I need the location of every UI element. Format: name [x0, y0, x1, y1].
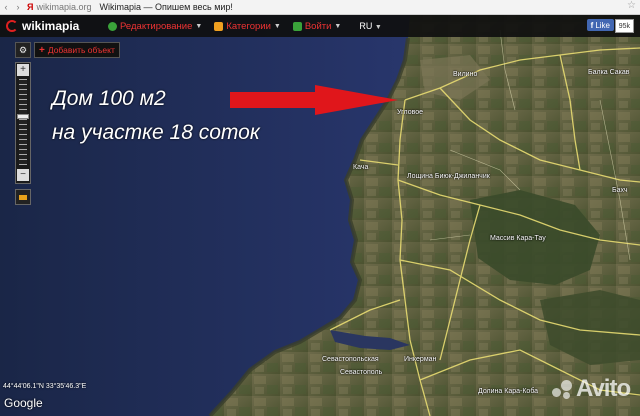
facebook-like-count: 95k	[614, 19, 634, 33]
categories-icon	[214, 21, 224, 31]
facebook-icon: f	[590, 20, 594, 30]
map-imagery	[0, 15, 640, 416]
wikimapia-toolbar: wikimapia Редактирование ▼ Категории ▼ В…	[0, 15, 640, 37]
coordinates-readout: 44°44'06.1"N 33°35'46.3"E	[3, 383, 87, 390]
facebook-like-button[interactable]: f Like	[586, 19, 614, 31]
forward-icon[interactable]: ›	[12, 2, 24, 12]
chevron-down-icon: ▼	[374, 24, 382, 31]
place-label[interactable]: Массив Кара-Тау	[490, 235, 546, 242]
place-label[interactable]: Долина Кара-Коба	[478, 388, 538, 395]
place-label[interactable]: Лощина Биюк-Джиланчик	[407, 173, 490, 180]
page-title: Wikimapia — Опишем весь мир!	[99, 2, 233, 12]
satellite-map[interactable]: Дом 100 м2 на участке 18 соток Вилино Ба…	[0, 15, 640, 416]
plus-icon: +	[39, 44, 45, 56]
browser-address-bar: ‹ › Я wikimapia.org Wikimapia — Опишем в…	[0, 0, 640, 15]
place-label[interactable]: Севастопольская	[322, 356, 379, 363]
chevron-down-icon: ▼	[334, 22, 342, 30]
yandex-logo[interactable]: Я	[27, 2, 33, 12]
google-attribution[interactable]: Google	[4, 396, 43, 410]
edit-icon	[108, 21, 117, 31]
place-label[interactable]: Угловое	[397, 109, 423, 116]
place-label[interactable]: Бахч	[612, 187, 627, 194]
place-label[interactable]: Вилино	[453, 71, 477, 78]
language-selector[interactable]: RU ▼	[359, 21, 381, 31]
wikimapia-logo-icon	[6, 20, 18, 32]
avito-logo-icon	[552, 379, 572, 400]
place-label[interactable]: Балка Сакав	[588, 69, 629, 76]
layers-button[interactable]	[15, 189, 31, 205]
login-icon	[292, 21, 302, 31]
place-label[interactable]: Севастополь	[340, 369, 382, 376]
zoom-slider-thumb[interactable]	[17, 114, 29, 119]
zoom-slider-track[interactable]	[19, 79, 27, 165]
zoom-out-button[interactable]: −	[17, 169, 29, 181]
zoom-control: + −	[15, 62, 31, 184]
main-menu: Редактирование ▼ Категории ▼ Войти ▼ RU …	[108, 21, 382, 32]
avito-watermark: Avito	[552, 375, 631, 403]
menu-edit[interactable]: Редактирование ▼	[108, 21, 202, 32]
chevron-down-icon: ▼	[273, 22, 281, 30]
url-field[interactable]: wikimapia.org	[36, 2, 91, 12]
caption-line-2: на участке 18 соток	[52, 121, 260, 144]
menu-categories[interactable]: Категории ▼	[214, 21, 281, 32]
layers-icon	[19, 194, 27, 200]
caption-line-1: Дом 100 м2	[52, 87, 166, 110]
gear-icon: ⚙	[18, 45, 28, 55]
place-label[interactable]: Инкерман	[404, 356, 436, 363]
place-label[interactable]: Кача	[353, 164, 368, 171]
settings-button[interactable]: ⚙	[15, 42, 31, 58]
zoom-in-button[interactable]: +	[17, 64, 29, 76]
back-icon[interactable]: ‹	[0, 2, 12, 12]
wikimapia-logo[interactable]: wikimapia	[6, 19, 98, 33]
chevron-down-icon: ▼	[195, 22, 203, 30]
star-icon[interactable]: ☆	[627, 0, 636, 11]
menu-login[interactable]: Войти ▼	[292, 21, 342, 32]
add-object-button[interactable]: + Добавить объект	[34, 42, 120, 58]
